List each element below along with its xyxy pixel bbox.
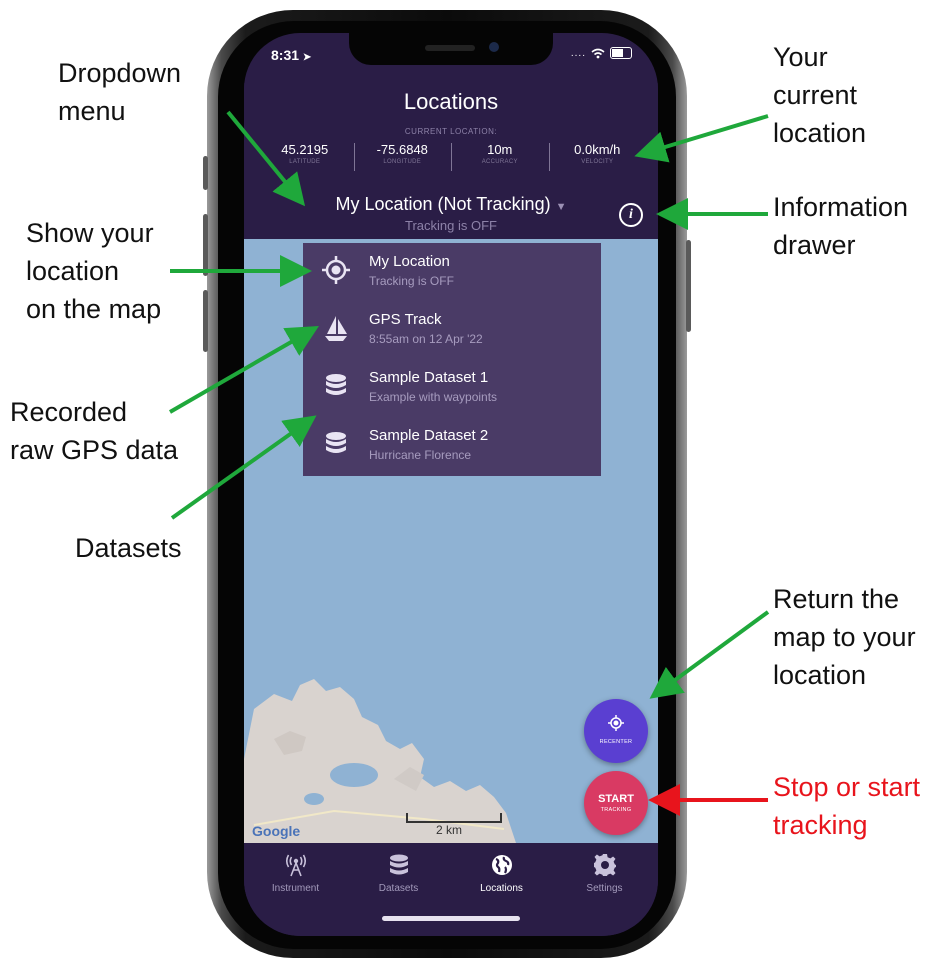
menu-item-sample-dataset-1[interactable]: Sample Dataset 1 Example with waypoints xyxy=(303,359,601,417)
phone-screen: 8:31 ➤ .... Locations CURRENT LOCATION: … xyxy=(244,33,658,936)
phone-volume-down-button xyxy=(203,290,208,352)
google-logo: Google xyxy=(252,823,301,839)
tab-bar: Instrument Datasets Locations Settings xyxy=(244,843,658,936)
menu-item-title: GPS Track xyxy=(369,311,442,328)
menu-item-subtitle: Hurricane Florence xyxy=(369,448,472,462)
annotation-dropdown-menu: Dropdown menu xyxy=(58,58,182,126)
stat-label: LONGITUDE xyxy=(383,159,422,165)
phone-side-button xyxy=(203,156,208,190)
recenter-button[interactable]: RECENTER xyxy=(584,699,648,763)
annotation-stop-start: Stop or start tracking xyxy=(773,772,921,840)
antenna-icon xyxy=(285,854,307,877)
location-stats: 45.2195 LATITUDE -75.6848 LONGITUDE 10m … xyxy=(256,141,646,175)
database-icon xyxy=(390,854,408,875)
menu-item-subtitle: Tracking is OFF xyxy=(369,274,454,288)
annotation-datasets: Datasets xyxy=(75,533,182,563)
status-bar: 8:31 ➤ .... xyxy=(244,33,658,83)
menu-item-title: My Location xyxy=(369,253,450,270)
menu-item-my-location[interactable]: My Location Tracking is OFF xyxy=(303,243,601,301)
location-menu: My Location Tracking is OFF GPS Track 8:… xyxy=(303,243,601,476)
app-header: Locations CURRENT LOCATION: 45.2195 LATI… xyxy=(244,83,658,239)
annotation-information-drawer: Information drawer xyxy=(773,192,909,260)
stat-value: -75.6848 xyxy=(376,142,428,157)
speaker xyxy=(425,45,475,51)
current-location-label: CURRENT LOCATION: xyxy=(404,127,498,136)
crosshair-icon xyxy=(322,256,350,284)
menu-item-subtitle: 8:55am on 12 Apr '22 xyxy=(369,332,483,346)
front-camera xyxy=(489,42,499,52)
notch xyxy=(349,33,553,65)
menu-item-subtitle: Example with waypoints xyxy=(369,390,498,404)
tab-instrument[interactable]: Instrument xyxy=(244,853,347,903)
wifi-icon xyxy=(591,48,605,58)
stat-value: 10m xyxy=(487,142,513,157)
gear-icon xyxy=(594,854,616,876)
battery-icon xyxy=(610,47,632,59)
sailboat-icon xyxy=(325,316,347,341)
chevron-down-icon: ▼ xyxy=(555,201,567,213)
map-scale-bar xyxy=(406,813,502,823)
stat-label: VELOCITY xyxy=(581,159,614,165)
menu-item-sample-dataset-2[interactable]: Sample Dataset 2 Hurricane Florence xyxy=(303,417,601,475)
home-indicator xyxy=(382,916,520,921)
stat-latitude: 45.2195 LATITUDE xyxy=(256,141,354,175)
page-title: Locations xyxy=(403,89,499,114)
stat-value: 45.2195 xyxy=(281,142,329,157)
stat-label: ACCURACY xyxy=(481,159,518,165)
tab-label: Locations xyxy=(480,883,523,894)
database-icon xyxy=(326,374,346,395)
stat-label: LATITUDE xyxy=(289,159,321,165)
info-icon[interactable]: i xyxy=(619,203,643,227)
tab-label: Settings xyxy=(586,883,623,894)
menu-item-gps-track[interactable]: GPS Track 8:55am on 12 Apr '22 xyxy=(303,301,601,359)
location-dropdown[interactable]: My Location (Not Tracking) ▼ Tracking is… xyxy=(244,193,658,234)
dropdown-subtitle: Tracking is OFF xyxy=(405,218,497,233)
stat-longitude: -75.6848 LONGITUDE xyxy=(353,141,452,175)
annotation-current-location: Your current location xyxy=(773,42,867,148)
database-icon xyxy=(326,432,346,453)
tab-label: Datasets xyxy=(378,883,419,894)
annotation-return-map: Return the map to your location xyxy=(773,584,916,690)
dropdown-title: My Location (Not Tracking) ▼ xyxy=(335,194,567,214)
phone-volume-up-button xyxy=(203,214,208,276)
menu-item-title: Sample Dataset 2 xyxy=(369,427,489,444)
annotation-recorded-gps: Recorded raw GPS data xyxy=(10,397,179,465)
stat-value: 0.0km/h xyxy=(574,142,621,157)
map-scale-label: 2 km xyxy=(436,823,463,837)
menu-item-title: Sample Dataset 1 xyxy=(369,369,489,386)
tab-locations[interactable]: Locations xyxy=(450,853,553,903)
tracking-label: TRACKING xyxy=(600,807,632,813)
tab-datasets[interactable]: Datasets xyxy=(347,853,450,903)
status-icons: .... xyxy=(571,47,632,59)
start-label: START xyxy=(598,793,634,805)
crosshair-icon xyxy=(608,715,624,731)
globe-icon xyxy=(492,855,512,875)
signal-icon: .... xyxy=(570,47,586,59)
tab-settings[interactable]: Settings xyxy=(553,853,656,903)
tab-label: Instrument xyxy=(271,883,320,894)
status-time: 8:31 ➤ xyxy=(271,47,312,63)
phone-power-button xyxy=(686,240,691,332)
stat-accuracy: 10m ACCURACY xyxy=(451,141,549,175)
start-tracking-button[interactable]: START TRACKING xyxy=(584,771,648,835)
annotation-show-location: Show your location on the map xyxy=(26,218,162,324)
stat-velocity: 0.0km/h VELOCITY xyxy=(548,141,647,175)
recenter-label: RECENTER xyxy=(599,739,633,745)
